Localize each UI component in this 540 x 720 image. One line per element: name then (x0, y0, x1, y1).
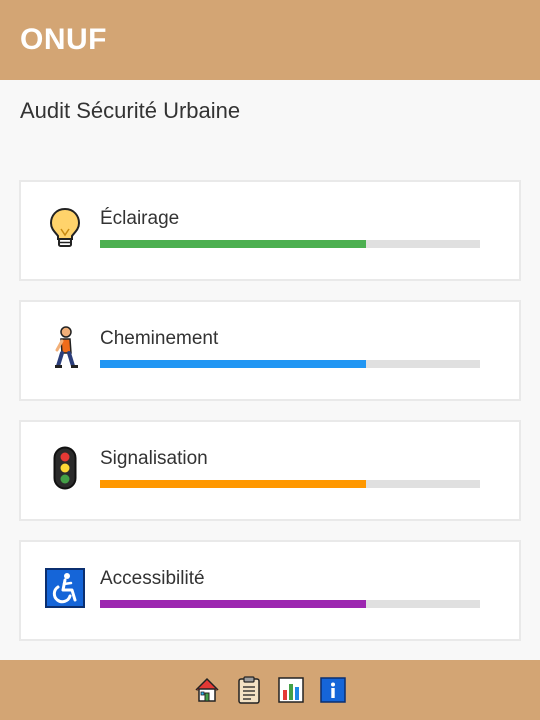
brand-title: ONUF (20, 23, 107, 56)
progress-track (100, 480, 480, 488)
wheelchair-icon (43, 566, 87, 610)
progress-fill (100, 480, 366, 488)
category-card-accessibilite[interactable]: Accessibilité (19, 540, 521, 641)
category-card-cheminement[interactable]: Cheminement (19, 300, 521, 401)
progress-track (100, 240, 480, 248)
bottom-nav (0, 660, 540, 720)
category-card-eclairage[interactable]: Éclairage (19, 180, 521, 281)
bar-chart-icon[interactable] (277, 676, 305, 704)
category-label: Cheminement (100, 328, 219, 349)
progress-track (100, 360, 480, 368)
walking-person-icon (43, 326, 87, 370)
traffic-light-icon (43, 446, 87, 490)
category-label: Signalisation (100, 448, 208, 469)
category-label: Accessibilité (100, 568, 205, 589)
progress-fill (100, 240, 366, 248)
category-card-signalisation[interactable]: Signalisation (19, 420, 521, 521)
app-header: ONUF (0, 0, 540, 80)
info-icon[interactable] (319, 676, 347, 704)
progress-fill (100, 600, 366, 608)
category-label: Éclairage (100, 208, 180, 229)
light-bulb-icon (43, 206, 87, 250)
home-icon[interactable] (193, 676, 221, 704)
clipboard-icon[interactable] (235, 676, 263, 704)
progress-fill (100, 360, 366, 368)
progress-track (100, 600, 480, 608)
page-title: Audit Sécurité Urbaine (20, 98, 241, 123)
